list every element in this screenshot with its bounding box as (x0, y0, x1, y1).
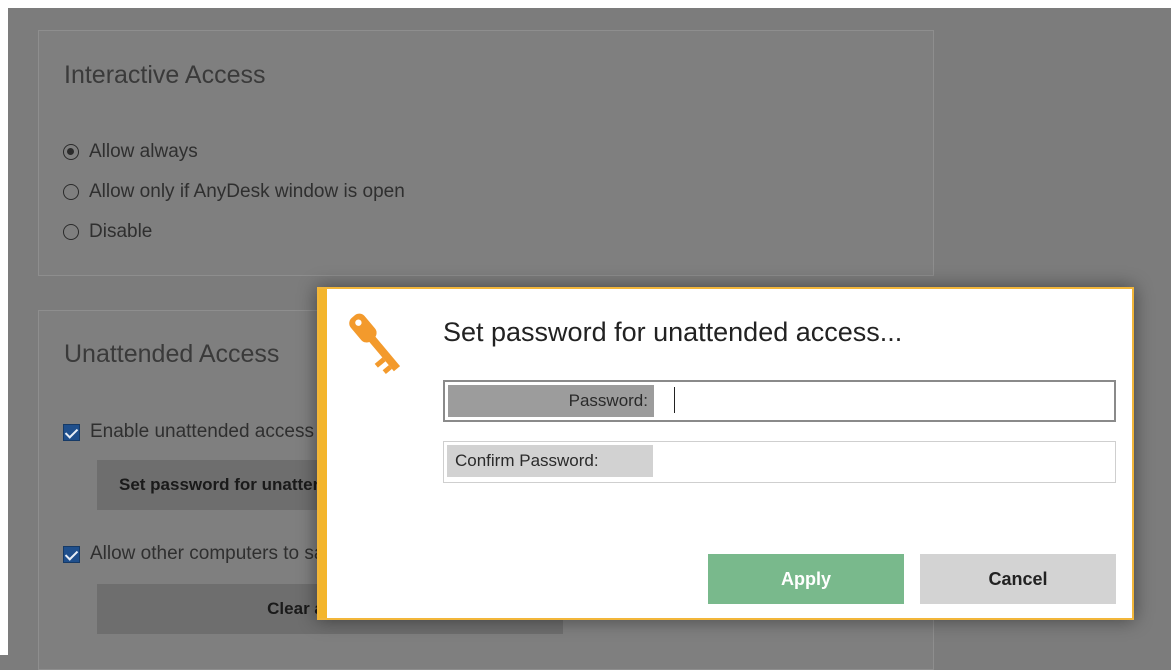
password-label: Password: (448, 385, 654, 417)
checkbox-checked-icon (63, 423, 80, 441)
radio-disable-label: Disable (89, 221, 153, 242)
apply-button[interactable]: Apply (708, 554, 904, 604)
confirm-password-label: Confirm Password: (447, 445, 653, 477)
set-password-dialog: Set password for unattended access... Pa… (317, 287, 1134, 620)
radio-disable[interactable]: Disable (63, 221, 152, 243)
checkbox-checked-icon (63, 545, 80, 563)
checkbox-enable-unattended-label: Enable unattended access (90, 421, 314, 442)
window-left-edge (0, 0, 8, 655)
confirm-password-field[interactable]: Confirm Password: (443, 441, 1116, 483)
cancel-button[interactable]: Cancel (920, 554, 1116, 604)
confirm-password-input[interactable] (664, 445, 1108, 479)
radio-allow-always[interactable]: Allow always (63, 141, 198, 163)
password-field[interactable]: Password: (443, 380, 1116, 422)
radio-allow-if-window-open[interactable]: Allow only if AnyDesk window is open (63, 181, 405, 203)
interactive-access-title: Interactive Access (64, 61, 266, 89)
dialog-title: Set password for unattended access... (443, 317, 903, 347)
radio-allow-always-label: Allow always (89, 141, 198, 162)
key-icon (349, 313, 401, 375)
checkbox-enable-unattended[interactable]: Enable unattended access (63, 421, 314, 443)
radio-selected-icon (63, 144, 79, 160)
dialog-accent-bar (319, 289, 327, 618)
radio-allow-if-window-open-label: Allow only if AnyDesk window is open (89, 181, 405, 202)
text-caret (674, 387, 675, 413)
unattended-access-title: Unattended Access (64, 340, 280, 368)
password-input[interactable] (665, 385, 1109, 419)
interactive-access-section: Interactive Access Allow always Allow on… (38, 30, 934, 276)
radio-unselected-icon (63, 184, 79, 200)
window-top-edge (0, 0, 1171, 8)
radio-unselected-icon (63, 224, 79, 240)
